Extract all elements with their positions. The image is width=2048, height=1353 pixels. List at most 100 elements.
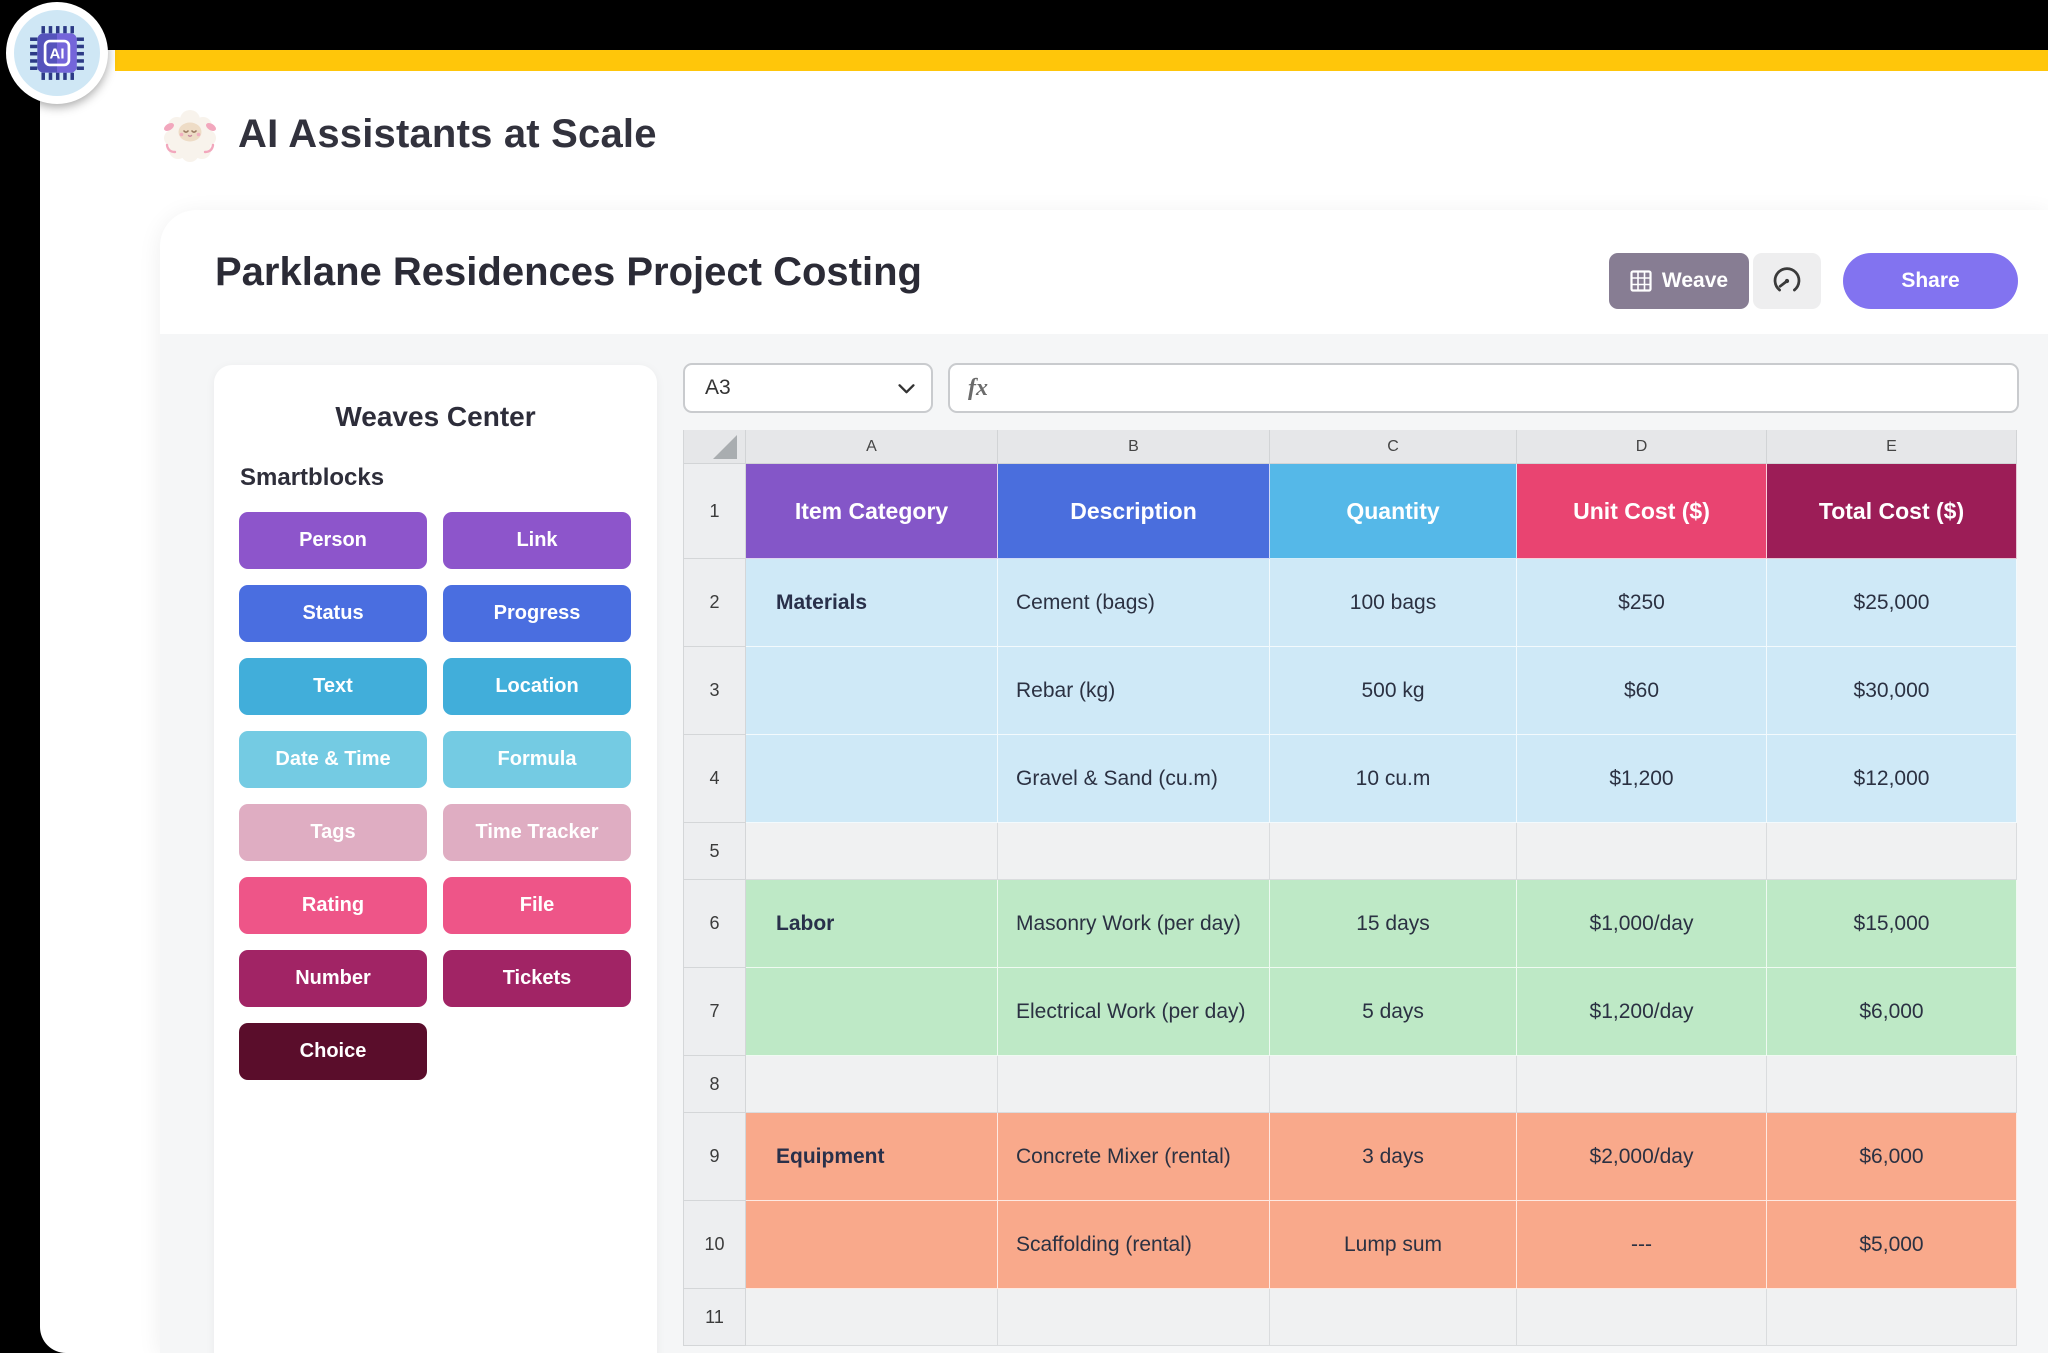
- table-cell[interactable]: Electrical Work (per day): [998, 968, 1270, 1056]
- table-cell[interactable]: $250: [1517, 559, 1767, 647]
- smartblock-date-time[interactable]: Date & Time: [239, 731, 427, 788]
- table-cell[interactable]: Rebar (kg): [998, 647, 1270, 735]
- row-number[interactable]: 8: [684, 1056, 746, 1113]
- table-cell[interactable]: [746, 1201, 998, 1289]
- table-cell[interactable]: [1270, 1289, 1517, 1346]
- table-cell[interactable]: Masonry Work (per day): [998, 880, 1270, 968]
- row-number[interactable]: 1: [684, 464, 746, 559]
- cell-name-box[interactable]: A3: [683, 363, 933, 413]
- table-cell[interactable]: [746, 647, 998, 735]
- smartblock-text[interactable]: Text: [239, 658, 427, 715]
- smartblock-formula[interactable]: Formula: [443, 731, 631, 788]
- table-cell[interactable]: 10 cu.m: [1270, 735, 1517, 823]
- smartblock-choice[interactable]: Choice: [239, 1023, 427, 1080]
- table-cell[interactable]: [1270, 1056, 1517, 1113]
- table-header-cell[interactable]: Unit Cost ($): [1517, 464, 1767, 559]
- main-card: Parklane Residences Project Costing Weav…: [160, 210, 2048, 1353]
- table-cell[interactable]: [1767, 1289, 2017, 1346]
- table-cell[interactable]: Scaffolding (rental): [998, 1201, 1270, 1289]
- table-cell[interactable]: Lump sum: [1270, 1201, 1517, 1289]
- grid-icon: [1630, 270, 1652, 292]
- smartblocks-label: Smartblocks: [240, 464, 384, 492]
- table-cell[interactable]: [746, 1289, 998, 1346]
- share-button[interactable]: Share: [1843, 253, 2018, 309]
- row-number[interactable]: 10: [684, 1201, 746, 1289]
- column-header-d[interactable]: D: [1517, 430, 1767, 464]
- row-number[interactable]: 5: [684, 823, 746, 880]
- table-cell[interactable]: $60: [1517, 647, 1767, 735]
- table-cell[interactable]: $1,200: [1517, 735, 1767, 823]
- smartblock-link[interactable]: Link: [443, 512, 631, 569]
- table-cell[interactable]: [746, 1056, 998, 1113]
- gauge-button[interactable]: [1753, 253, 1821, 309]
- weave-button-label: Weave: [1662, 269, 1728, 293]
- table-header-cell[interactable]: Total Cost ($): [1767, 464, 2017, 559]
- table-cell[interactable]: [998, 1056, 1270, 1113]
- table-cell[interactable]: [1270, 823, 1517, 880]
- row-number[interactable]: 2: [684, 559, 746, 647]
- smartblock-number[interactable]: Number: [239, 950, 427, 1007]
- table-cell[interactable]: $1,200/day: [1517, 968, 1767, 1056]
- table-header-cell[interactable]: Description: [998, 464, 1270, 559]
- table-cell[interactable]: Concrete Mixer (rental): [998, 1113, 1270, 1201]
- smartblock-location[interactable]: Location: [443, 658, 631, 715]
- table-cell[interactable]: $6,000: [1767, 968, 2017, 1056]
- table-cell[interactable]: 15 days: [1270, 880, 1517, 968]
- table-cell[interactable]: Equipment: [746, 1113, 998, 1201]
- table-cell[interactable]: $2,000/day: [1517, 1113, 1767, 1201]
- smartblock-tags[interactable]: Tags: [239, 804, 427, 861]
- table-cell[interactable]: [746, 823, 998, 880]
- chevron-down-icon: [898, 383, 915, 394]
- table-cell[interactable]: [998, 823, 1270, 880]
- table-cell[interactable]: $15,000: [1767, 880, 2017, 968]
- table-cell[interactable]: $5,000: [1767, 1201, 2017, 1289]
- smartblock-time-tracker[interactable]: Time Tracker: [443, 804, 631, 861]
- smartblock-tickets[interactable]: Tickets: [443, 950, 631, 1007]
- card-header: Parklane Residences Project Costing Weav…: [160, 210, 2048, 334]
- table-cell[interactable]: Gravel & Sand (cu.m): [998, 735, 1270, 823]
- column-header-a[interactable]: A: [746, 430, 998, 464]
- table-cell[interactable]: [1767, 1056, 2017, 1113]
- table-cell[interactable]: $1,000/day: [1517, 880, 1767, 968]
- select-all-corner[interactable]: [684, 430, 746, 464]
- row-number[interactable]: 6: [684, 880, 746, 968]
- row-number[interactable]: 7: [684, 968, 746, 1056]
- row-number[interactable]: 11: [684, 1289, 746, 1346]
- table-cell[interactable]: Materials: [746, 559, 998, 647]
- row-number[interactable]: 3: [684, 647, 746, 735]
- table-cell[interactable]: [998, 1289, 1270, 1346]
- table-cell[interactable]: $6,000: [1767, 1113, 2017, 1201]
- table-cell[interactable]: $25,000: [1767, 559, 2017, 647]
- smartblock-status[interactable]: Status: [239, 585, 427, 642]
- row-number[interactable]: 4: [684, 735, 746, 823]
- smartblock-person[interactable]: Person: [239, 512, 427, 569]
- table-cell[interactable]: $12,000: [1767, 735, 2017, 823]
- column-header-b[interactable]: B: [998, 430, 1270, 464]
- table-cell[interactable]: 500 kg: [1270, 647, 1517, 735]
- brand-title: AI Assistants at Scale: [238, 112, 657, 157]
- table-header-cell[interactable]: Item Category: [746, 464, 998, 559]
- weave-button[interactable]: Weave: [1609, 253, 1749, 309]
- table-cell[interactable]: 3 days: [1270, 1113, 1517, 1201]
- table-cell[interactable]: [1517, 1056, 1767, 1113]
- ai-chip-icon: AI: [28, 24, 86, 82]
- row-number[interactable]: 9: [684, 1113, 746, 1201]
- table-cell[interactable]: 5 days: [1270, 968, 1517, 1056]
- table-cell[interactable]: [746, 968, 998, 1056]
- table-cell[interactable]: [1517, 1289, 1767, 1346]
- table-cell[interactable]: Cement (bags): [998, 559, 1270, 647]
- column-header-c[interactable]: C: [1270, 430, 1517, 464]
- table-cell[interactable]: $30,000: [1767, 647, 2017, 735]
- table-cell[interactable]: Labor: [746, 880, 998, 968]
- formula-bar[interactable]: fx: [948, 363, 2019, 413]
- table-header-cell[interactable]: Quantity: [1270, 464, 1517, 559]
- table-cell[interactable]: [1517, 823, 1767, 880]
- smartblock-file[interactable]: File: [443, 877, 631, 934]
- table-cell[interactable]: ---: [1517, 1201, 1767, 1289]
- smartblock-progress[interactable]: Progress: [443, 585, 631, 642]
- table-cell[interactable]: 100 bags: [1270, 559, 1517, 647]
- smartblock-rating[interactable]: Rating: [239, 877, 427, 934]
- column-header-e[interactable]: E: [1767, 430, 2017, 464]
- table-cell[interactable]: [746, 735, 998, 823]
- table-cell[interactable]: [1767, 823, 2017, 880]
